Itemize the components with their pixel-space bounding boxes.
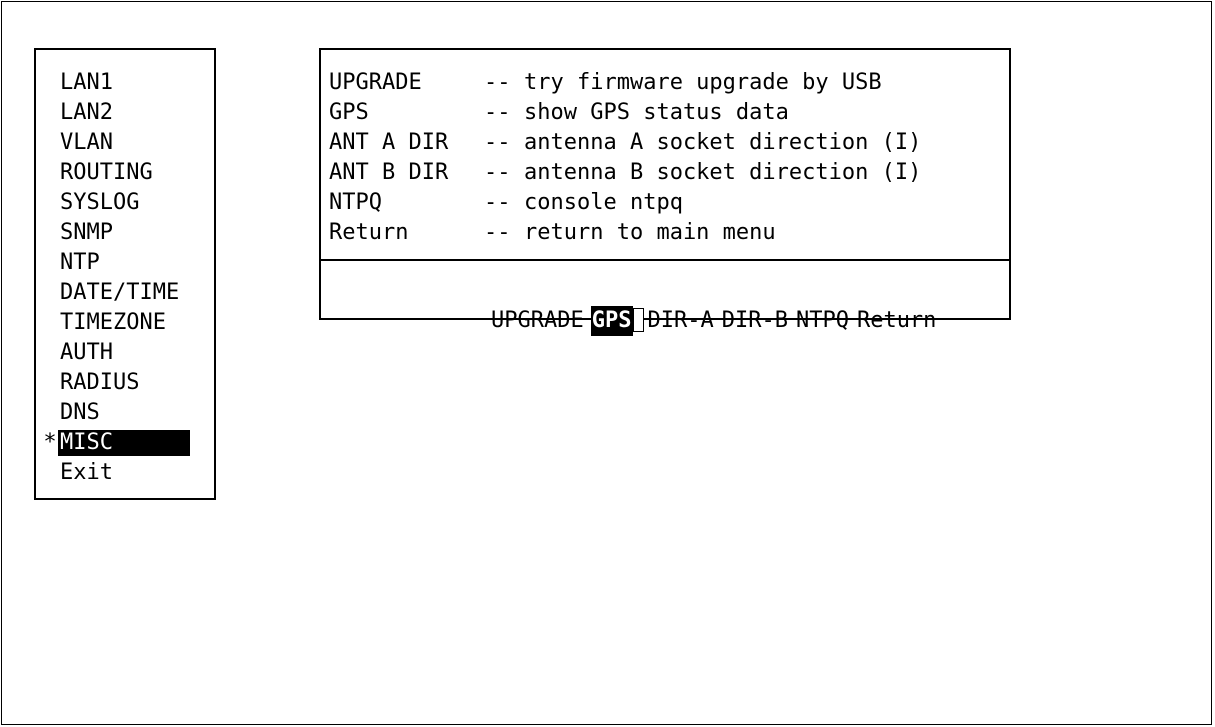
menu-item-label: VLAN bbox=[60, 130, 113, 155]
description-row-gps: GPS -- show GPS status data bbox=[329, 98, 921, 128]
description-text: antenna A socket direction (I) bbox=[524, 130, 922, 155]
description-row-ant-b-dir: ANT B DIR -- antenna B socket direction (I… bbox=[329, 158, 921, 188]
menu-item-label: RADIUS bbox=[60, 370, 140, 395]
description-key: GPS bbox=[329, 100, 369, 125]
description-key: UPGRADE bbox=[329, 70, 422, 95]
description-separator: -- bbox=[484, 190, 511, 215]
menu-item-auth[interactable]: AUTH bbox=[36, 338, 214, 368]
menu-item-lan1[interactable]: LAN1 bbox=[36, 68, 214, 98]
menu-item-label: DATE/TIME bbox=[60, 280, 180, 305]
menu-item-routing[interactable]: ROUTING bbox=[36, 158, 214, 188]
menu-item-label: AUTH bbox=[60, 340, 113, 365]
description-separator: -- bbox=[484, 130, 511, 155]
main-menu: LAN1 LAN2 VLAN ROUTING SYSLOG SNMP NTP D… bbox=[34, 48, 216, 500]
menu-item-label: Exit bbox=[60, 460, 113, 485]
menu-item-label: TIMEZONE bbox=[60, 310, 166, 335]
description-row-ant-a-dir: ANT A DIR -- antenna A socket direction (I… bbox=[329, 128, 921, 158]
action-bar-items: UPGRADE GPS DIR-A DIR-B NTPQ Return bbox=[466, 306, 943, 336]
dir-a-action[interactable]: DIR-A bbox=[647, 306, 715, 336]
action-bar: UPGRADE GPS DIR-A DIR-B NTPQ Return bbox=[321, 276, 1009, 336]
menu-item-label: ROUTING bbox=[60, 160, 153, 185]
return-action[interactable]: Return bbox=[856, 306, 937, 336]
description-key: ANT B DIR bbox=[329, 160, 449, 185]
menu-item-timezone[interactable]: TIMEZONE bbox=[36, 308, 214, 338]
description-text: console ntpq bbox=[524, 190, 683, 215]
menu-item-exit[interactable]: Exit bbox=[36, 458, 214, 488]
menu-item-label: NTP bbox=[60, 250, 100, 275]
menu-item-lan2[interactable]: LAN2 bbox=[36, 98, 214, 128]
upgrade-action[interactable]: UPGRADE bbox=[490, 306, 585, 336]
submenu-divider bbox=[321, 259, 1009, 261]
menu-item-misc[interactable]: * MISC bbox=[36, 428, 214, 458]
menu-item-snmp[interactable]: SNMP bbox=[36, 218, 214, 248]
description-row-upgrade: UPGRADE -- try firmware upgrade by USB bbox=[329, 68, 921, 98]
description-row-return: Return -- return to main menu bbox=[329, 218, 921, 248]
menu-item-label: DNS bbox=[60, 400, 100, 425]
menu-item-radius[interactable]: RADIUS bbox=[36, 368, 214, 398]
main-menu-list: LAN1 LAN2 VLAN ROUTING SYSLOG SNMP NTP D… bbox=[36, 68, 214, 488]
description-text: show GPS status data bbox=[524, 100, 789, 125]
menu-item-ntp[interactable]: NTP bbox=[36, 248, 214, 278]
description-key: ANT A DIR bbox=[329, 130, 449, 155]
menu-item-syslog[interactable]: SYSLOG bbox=[36, 188, 214, 218]
menu-item-label: MISC bbox=[58, 430, 190, 456]
menu-item-label: SYSLOG bbox=[60, 190, 140, 215]
description-row-ntpq: NTPQ -- console ntpq bbox=[329, 188, 921, 218]
description-text: try firmware upgrade by USB bbox=[524, 70, 882, 95]
menu-item-label: LAN2 bbox=[60, 100, 113, 125]
dir-b-action[interactable]: DIR-B bbox=[721, 306, 789, 336]
menu-item-dns[interactable]: DNS bbox=[36, 398, 214, 428]
description-separator: -- bbox=[484, 100, 511, 125]
ntpq-action[interactable]: NTPQ bbox=[795, 306, 850, 336]
description-text: return to main menu bbox=[524, 220, 776, 245]
menu-item-label: SNMP bbox=[60, 220, 113, 245]
text-cursor bbox=[632, 307, 644, 332]
menu-item-label: LAN1 bbox=[60, 70, 113, 95]
terminal-screen: LAN1 LAN2 VLAN ROUTING SYSLOG SNMP NTP D… bbox=[1, 1, 1212, 725]
submenu-description-list: UPGRADE -- try firmware upgrade by USB GPS… bbox=[329, 68, 921, 248]
selection-marker: * bbox=[43, 430, 57, 455]
menu-item-vlan[interactable]: VLAN bbox=[36, 128, 214, 158]
description-key: Return bbox=[329, 220, 409, 245]
gps-action[interactable]: GPS bbox=[590, 306, 633, 336]
description-separator: -- bbox=[484, 220, 511, 245]
description-key: NTPQ bbox=[329, 190, 382, 215]
menu-item-date-time[interactable]: DATE/TIME bbox=[36, 278, 214, 308]
description-separator: -- bbox=[484, 70, 511, 95]
description-separator: -- bbox=[484, 160, 511, 185]
misc-submenu: UPGRADE -- try firmware upgrade by USB GPS… bbox=[319, 48, 1011, 336]
description-text: antenna B socket direction (I) bbox=[524, 160, 922, 185]
